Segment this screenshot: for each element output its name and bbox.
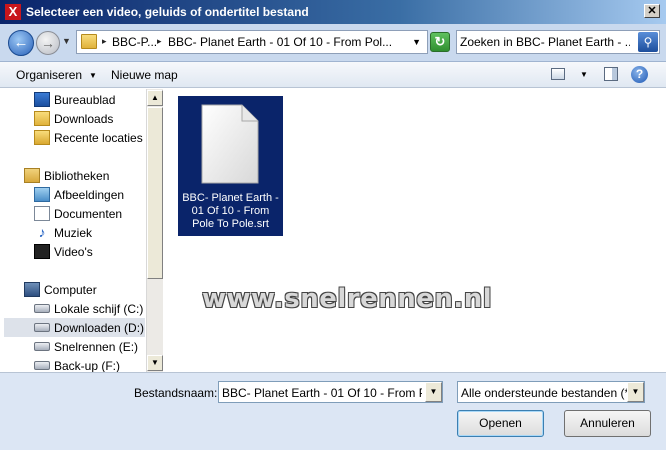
nav-item-label: Bibliotheken	[44, 169, 110, 183]
filename-combobox[interactable]: ▼	[218, 381, 443, 403]
nav-item-desktop[interactable]: Bureaublad	[34, 90, 162, 109]
nav-item-computer[interactable]: Computer	[24, 280, 162, 299]
file-name: BBC- Planet Earth - 01 Of 10 - From Pole…	[182, 192, 279, 230]
drive-icon	[34, 323, 50, 332]
recent-pages-dropdown-icon[interactable]: ▼	[62, 36, 71, 46]
chevron-down-icon[interactable]: ▼	[627, 382, 644, 402]
nav-item-label: Lokale schijf (C:)	[54, 302, 144, 316]
back-button[interactable]: ←	[8, 30, 34, 56]
app-icon: X	[5, 4, 21, 20]
nav-item-videos[interactable]: Video's	[34, 242, 162, 261]
drive-icon	[34, 361, 50, 370]
nav-item-libraries[interactable]: Bibliotheken	[24, 166, 162, 185]
chevron-right-icon[interactable]: ▸	[102, 36, 107, 47]
filename-input[interactable]	[222, 385, 422, 400]
change-view-icon[interactable]	[551, 68, 565, 80]
open-button[interactable]: Openen	[457, 410, 544, 437]
navigation-pane: Bureaublad Downloads Recente locaties Bi…	[0, 89, 163, 372]
chevron-right-icon[interactable]: ▸	[157, 36, 162, 47]
nav-item-drive-d[interactable]: Downloaden (D:)	[4, 318, 145, 337]
file-list-pane[interactable]: BBC- Planet Earth - 01 Of 10 - From Pole…	[164, 89, 666, 372]
organize-label: Organiseren	[16, 68, 83, 82]
recent-places-icon	[34, 130, 50, 145]
file-item[interactable]: BBC- Planet Earth - 01 Of 10 - From Pole…	[178, 96, 283, 236]
search-box[interactable]: ⚲	[456, 30, 660, 54]
cancel-button[interactable]: Annuleren	[564, 410, 651, 437]
scrollbar-thumb[interactable]	[147, 107, 163, 279]
forward-button[interactable]: →	[36, 31, 60, 55]
chevron-down-icon: ▼	[89, 71, 97, 80]
window-title: Selecteer een video, geluids of ondertit…	[26, 5, 309, 19]
command-bar: Organiseren ▼ Nieuwe map ▼ ?	[0, 62, 666, 88]
nav-item-drive-e[interactable]: Snelrennen (E:)	[34, 337, 162, 356]
downloads-icon	[34, 111, 50, 126]
nav-item-music[interactable]: ♪ Muziek	[34, 223, 162, 242]
filename-label: Bestandsnaam:	[134, 386, 218, 400]
nav-item-label: Recente locaties	[54, 131, 143, 145]
new-folder-button[interactable]: Nieuwe map	[111, 68, 178, 82]
nav-item-label: Computer	[44, 283, 97, 297]
drive-icon	[34, 304, 50, 313]
nav-item-label: Snelrennen (E:)	[54, 340, 139, 354]
nav-item-label: Muziek	[54, 226, 93, 240]
videos-icon	[34, 244, 50, 259]
search-icon[interactable]: ⚲	[638, 32, 658, 52]
documents-icon	[34, 206, 50, 221]
nav-item-label: Bureaublad	[54, 93, 116, 107]
drive-icon	[34, 342, 50, 351]
organize-button[interactable]: Organiseren ▼	[16, 68, 97, 82]
close-button[interactable]: ✕	[644, 4, 660, 18]
scroll-up-icon[interactable]: ▲	[147, 90, 163, 106]
pictures-icon	[34, 187, 50, 202]
breadcrumb-item[interactable]: BBC- Planet Earth - 01 Of 10 - From Pol.…	[168, 35, 392, 49]
nav-item-downloads[interactable]: Downloads	[34, 109, 162, 128]
help-icon[interactable]: ?	[631, 66, 648, 83]
nav-item-pictures[interactable]: Afbeeldingen	[34, 185, 162, 204]
search-input[interactable]	[460, 34, 630, 50]
filetype-value: Alle ondersteunde bestanden (*.	[461, 386, 627, 400]
view-options-dropdown-icon[interactable]: ▼	[580, 70, 588, 79]
libraries-icon	[24, 168, 40, 183]
nav-item-drive-c[interactable]: Lokale schijf (C:)	[34, 299, 162, 318]
nav-item-drive-f[interactable]: Back-up (F:)	[34, 356, 162, 372]
nav-item-label: Downloaden (D:)	[54, 321, 145, 335]
address-row: ← → ▼ ▸ BBC-P... ▸ BBC- Planet Earth - 0…	[0, 24, 666, 62]
dialog-footer: Bestandsnaam: ▼ Alle ondersteunde bestan…	[0, 372, 666, 450]
chevron-down-icon[interactable]: ▼	[425, 382, 442, 402]
address-dropdown-icon[interactable]: ▼	[412, 37, 421, 47]
watermark-text: www.snelrennen.nl	[202, 284, 493, 314]
computer-icon	[24, 282, 40, 297]
nav-item-label: Back-up (F:)	[54, 359, 121, 372]
nav-item-recent-places[interactable]: Recente locaties	[34, 128, 162, 147]
title-bar: X Selecteer een video, geluids of ondert…	[0, 0, 666, 24]
nav-item-label: Afbeeldingen	[54, 188, 125, 202]
nav-scrollbar[interactable]: ▲ ▼	[146, 89, 163, 372]
nav-item-documents[interactable]: Documenten	[34, 204, 162, 223]
desktop-icon	[34, 92, 50, 107]
filetype-select[interactable]: Alle ondersteunde bestanden (*. ▼	[457, 381, 645, 403]
music-icon: ♪	[38, 224, 46, 240]
scroll-down-icon[interactable]: ▼	[147, 355, 163, 371]
folder-icon	[81, 34, 97, 49]
nav-item-label: Video's	[54, 245, 93, 259]
address-bar[interactable]: ▸ BBC-P... ▸ BBC- Planet Earth - 01 Of 1…	[76, 30, 428, 54]
breadcrumb-item[interactable]: BBC-P...	[112, 35, 157, 49]
preview-pane-icon[interactable]	[604, 67, 618, 81]
document-icon	[201, 104, 259, 184]
nav-item-label: Documenten	[54, 207, 123, 221]
nav-item-label: Downloads	[54, 112, 114, 126]
refresh-button[interactable]: ↻	[430, 32, 450, 52]
